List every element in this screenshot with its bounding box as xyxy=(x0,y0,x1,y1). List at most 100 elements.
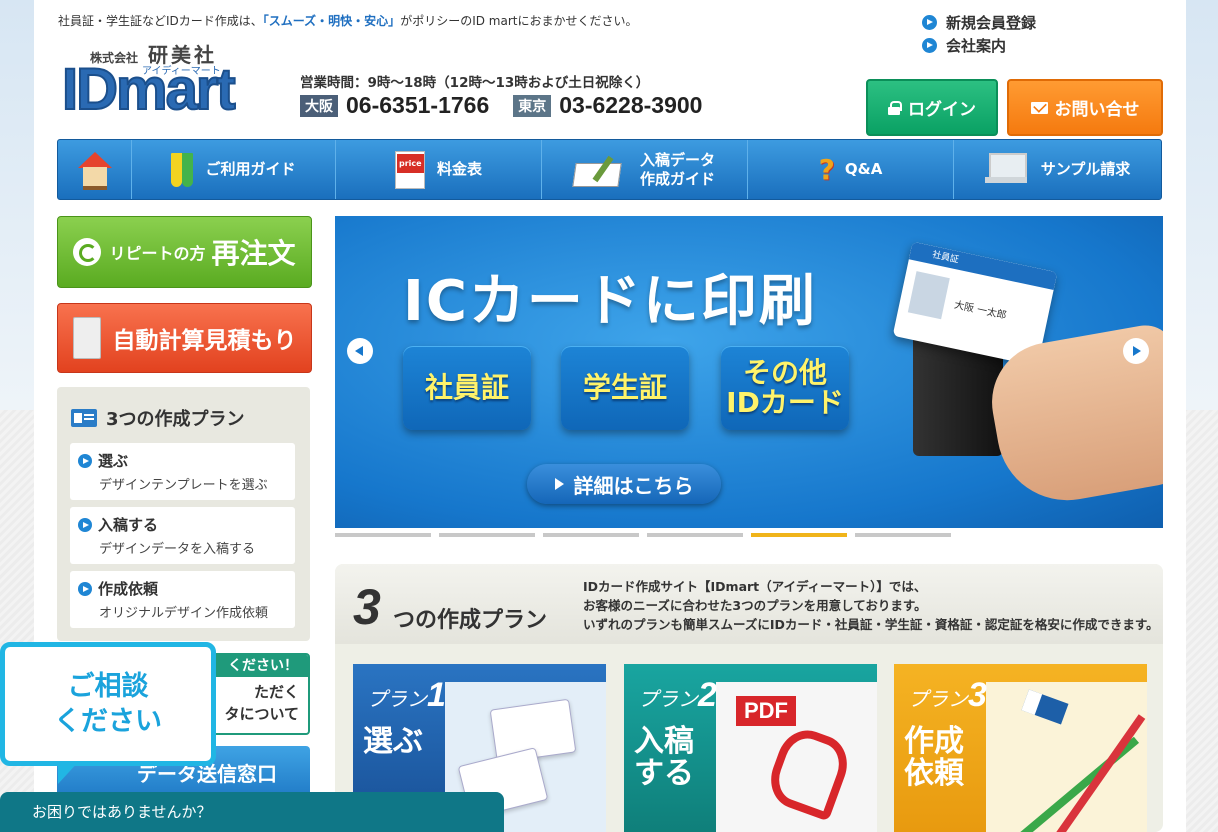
header-links: 新規会員登録 会社案内 xyxy=(922,11,1036,57)
plans-desc-line: お客様のニーズに合わせた3つのプランを用意しております。 xyxy=(583,598,927,613)
main-nav: ご利用ガイド price 料金表 入稿データ 作成ガイド ? Q&A サンプル請求 xyxy=(57,139,1162,200)
estimate-button[interactable]: 自動計算見積もり xyxy=(57,303,312,373)
banner-details-label: 詳細はこちら xyxy=(573,473,694,498)
register-link[interactable]: 新規会員登録 xyxy=(922,11,1036,34)
chat-help-bar[interactable]: お困りではありませんか？ xyxy=(0,792,504,832)
nav-qa-label: Q&A xyxy=(844,160,883,178)
question-icon: ? xyxy=(818,153,835,186)
plan-item-upload[interactable]: 入稿する デザインデータを入稿する xyxy=(70,507,295,564)
plan1-action: 選ぶ xyxy=(363,724,423,759)
repeat-icon xyxy=(73,238,102,266)
book-pencil-icon xyxy=(574,155,622,185)
plan-item-title: 入稿する xyxy=(98,516,159,534)
plan-item-title: 選ぶ xyxy=(98,452,129,470)
pdf-badge: PDF xyxy=(736,696,796,726)
nav-price-label: 料金表 xyxy=(436,160,482,178)
price-list-icon: price xyxy=(394,150,425,189)
play-icon xyxy=(78,453,92,468)
nav-price[interactable]: price 料金表 xyxy=(336,140,542,199)
plan2-number: 2 xyxy=(698,676,717,714)
plans-big-number: 3 xyxy=(353,579,381,635)
calculator-icon xyxy=(72,317,101,359)
plan-item-title: 作成依頼 xyxy=(98,580,159,598)
plan3-number: 3 xyxy=(968,676,987,714)
login-button[interactable]: ログイン xyxy=(866,79,998,136)
sidebar-plans: 3つの作成プラン 選ぶデザインテンプレートを選ぶ 入稿する デザインデータを入稿す… xyxy=(57,387,310,641)
notice-text-end: がポリシーのID martにおまかせください。 xyxy=(400,14,638,28)
company-link[interactable]: 会社案内 xyxy=(922,34,1036,57)
plan1-label: プラン1 xyxy=(367,676,446,715)
plans-desc-line: いずれのプランも簡単スムーズにIDカード・社員証・学生証・資格証・認定証を格安に… xyxy=(583,617,1159,632)
plan-item-request[interactable]: 作成依頼 オリジナルデザイン作成依頼 xyxy=(70,571,295,628)
reorder-small: リピートの方 xyxy=(109,244,206,263)
banner-other-line1: その他 xyxy=(742,356,827,389)
nav-qa[interactable]: ? Q&A xyxy=(748,140,954,199)
lock-icon xyxy=(888,100,902,115)
nav-sample[interactable]: サンプル請求 xyxy=(954,140,1161,199)
login-label: ログイン xyxy=(908,100,976,120)
reorder-label: 再注文 xyxy=(211,237,296,270)
osaka-phone[interactable]: 06-6351-1766 xyxy=(346,92,489,119)
bubble-line2: ください xyxy=(54,706,162,737)
plan2-action: 入稿 する xyxy=(634,726,694,790)
id-card-name: 大阪 一太郎 xyxy=(953,299,1008,322)
company-label: 会社案内 xyxy=(946,37,1007,55)
plan1-number: 1 xyxy=(427,676,446,714)
banner-prev-button[interactable] xyxy=(347,338,373,364)
banner-dot[interactable] xyxy=(855,533,951,537)
reorder-button[interactable]: リピートの方 再注文 xyxy=(57,216,312,288)
banner-dot[interactable] xyxy=(335,533,431,537)
notice-highlight: 「スムーズ・明快・安心」 xyxy=(262,14,401,28)
plan-card-3[interactable]: プラン3 作成 依頼 xyxy=(894,664,1147,832)
banner-title: ICカードに印刷 xyxy=(403,269,817,334)
banner-dot[interactable] xyxy=(439,533,535,537)
id-card-photo xyxy=(907,271,950,320)
sidebar-plans-title: 3つの作成プラン xyxy=(71,405,245,431)
bubble-line1: ご相談 xyxy=(67,671,149,702)
business-hours: 営業時間：9時〜18時（12時〜13時および土日祝除く） xyxy=(300,75,650,91)
plan3-label: プラン3 xyxy=(908,676,987,715)
play-icon xyxy=(922,38,937,53)
plan2-action-line1: 入稿 xyxy=(634,724,694,759)
notice-text: 社員証・学生証などIDカード作成は、 xyxy=(58,14,263,28)
plan3-action: 作成 依頼 xyxy=(904,726,964,790)
banner-other-line2: IDカード xyxy=(726,386,844,419)
plan-item-choose[interactable]: 選ぶデザインテンプレートを選ぶ xyxy=(70,443,295,500)
nav-data-guide[interactable]: 入稿データ 作成ガイド xyxy=(542,140,748,199)
green-line2: タについて xyxy=(224,705,299,723)
banner-next-button[interactable] xyxy=(1123,338,1149,364)
play-icon xyxy=(78,517,92,532)
plans-section-title: つの作成プラン xyxy=(393,608,548,633)
banner-student-id: 学生証 xyxy=(561,346,689,430)
nav-home[interactable] xyxy=(58,140,132,199)
banner-pagination xyxy=(335,533,959,537)
plans-section-header: 3 つの作成プラン IDカード作成サイト【IDmart（アイディーマート）】では… xyxy=(335,564,1163,644)
plans-desc-line: IDカード作成サイト【IDmart（アイディーマート）】では、 xyxy=(583,579,927,594)
green-line1: ただく xyxy=(253,683,299,701)
tokyo-phone[interactable]: 03-6228-3900 xyxy=(559,92,702,119)
banner-dot[interactable] xyxy=(647,533,743,537)
id-card-icon xyxy=(71,409,97,427)
banner-dot[interactable] xyxy=(751,533,847,537)
estimate-label: 自動計算見積もり xyxy=(112,328,297,354)
header-notice: 社員証・学生証などIDカード作成は、「スムーズ・明快・安心」がポリシーのID m… xyxy=(58,12,637,29)
banner-details-button[interactable]: 詳細はこちら xyxy=(527,464,721,504)
plan1-prefix: プラン xyxy=(367,687,427,711)
plan3-action-line2: 依頼 xyxy=(904,756,964,791)
plan-card-2[interactable]: PDF プラン2 入稿 する xyxy=(624,664,877,832)
tokyo-badge: 東京 xyxy=(513,94,552,117)
consult-chat-bubble[interactable]: ご相談 ください xyxy=(0,642,216,766)
laptop-icon xyxy=(984,152,1027,187)
hero-banner[interactable]: ICカードに印刷 社員証 学生証 その他 IDカード 詳細はこちら 社員証 大阪 一… xyxy=(335,216,1163,528)
plan3-prefix: プラン xyxy=(908,687,968,711)
beginner-leaf-icon xyxy=(171,152,194,187)
play-icon xyxy=(922,15,937,30)
plan-item-desc: デザインテンプレートを選ぶ xyxy=(99,478,268,493)
nav-sample-label: サンプル請求 xyxy=(1040,160,1131,178)
nav-data-guide-line2: 作成ガイド xyxy=(639,169,715,188)
banner-dot[interactable] xyxy=(543,533,639,537)
nav-data-guide-label: 入稿データ 作成ガイド xyxy=(640,151,715,189)
contact-button[interactable]: お問い合せ xyxy=(1007,79,1163,136)
banner-employee-id: 社員証 xyxy=(403,346,531,430)
nav-guide[interactable]: ご利用ガイド xyxy=(132,140,336,199)
